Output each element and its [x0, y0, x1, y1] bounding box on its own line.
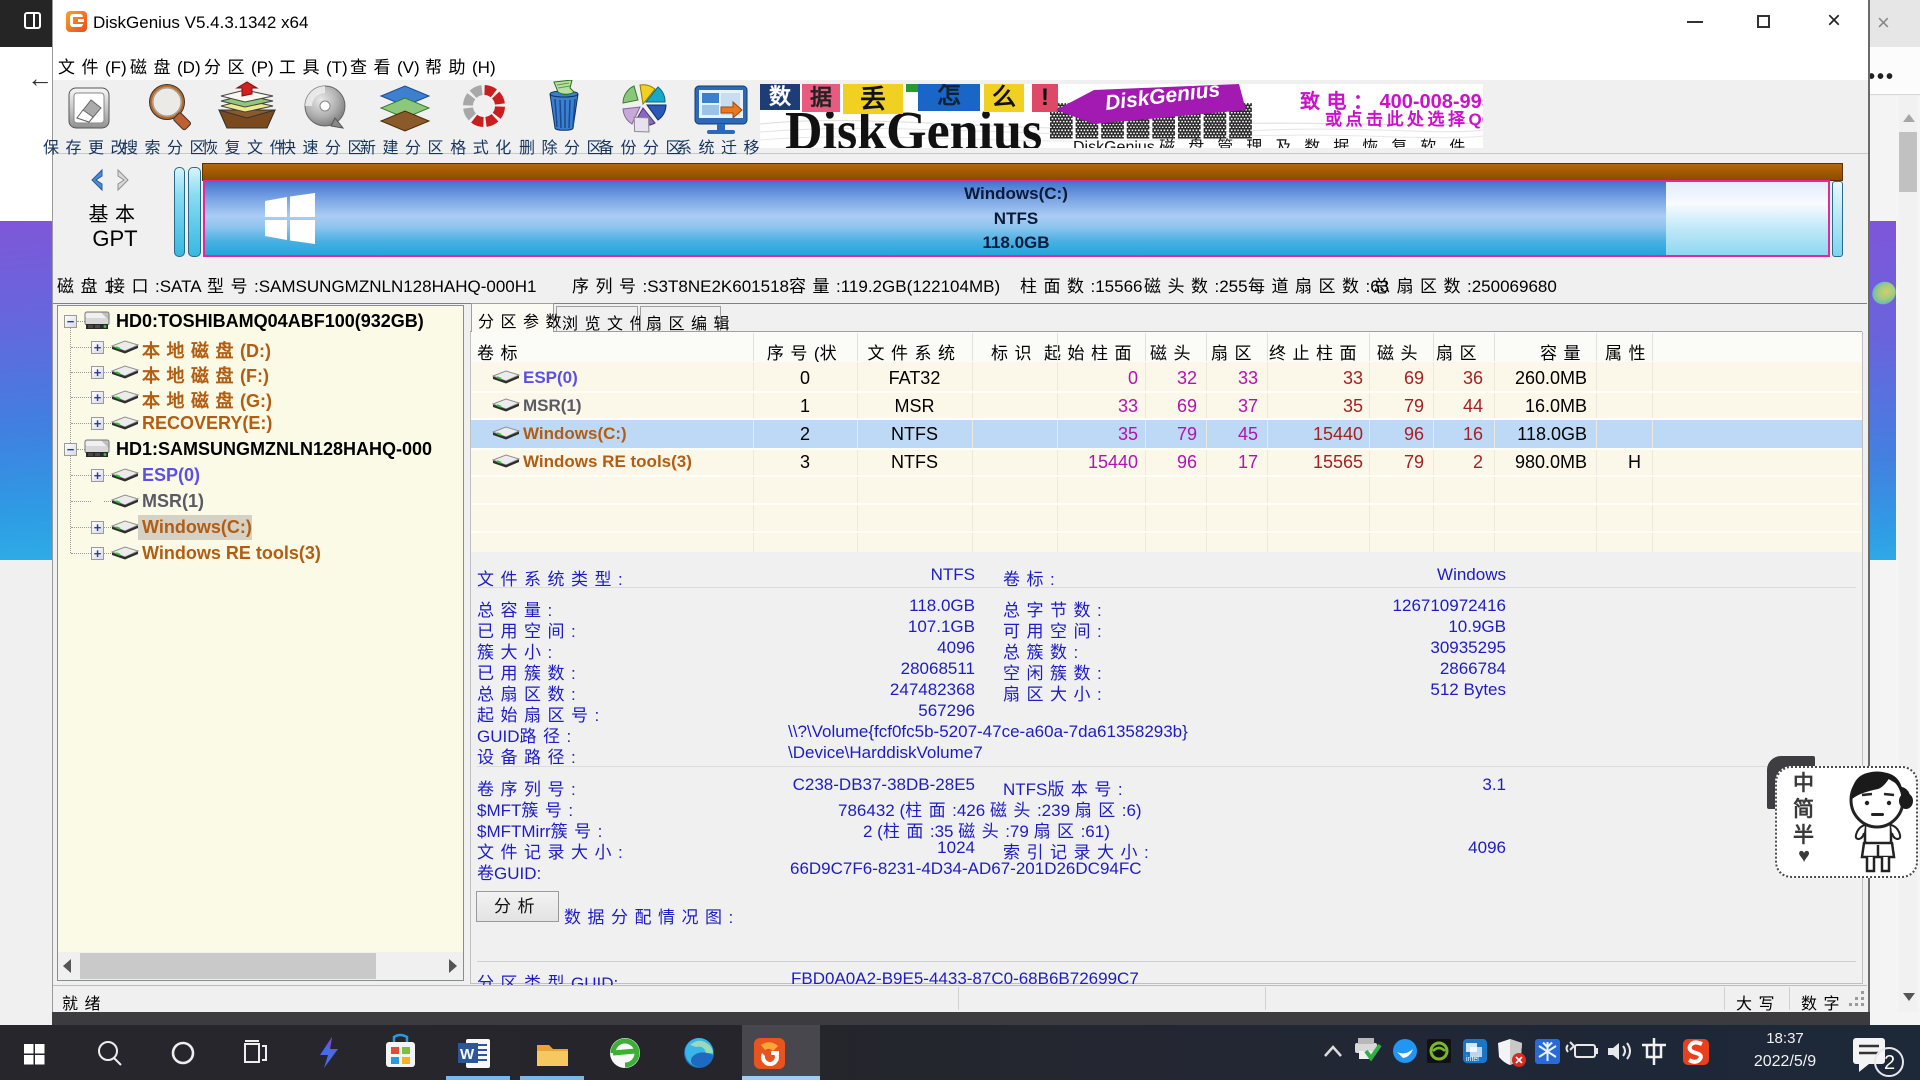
svg-text:2: 2: [1884, 1052, 1895, 1074]
svg-text:intel: intel: [1466, 1056, 1479, 1063]
svg-text:W: W: [460, 1046, 475, 1063]
